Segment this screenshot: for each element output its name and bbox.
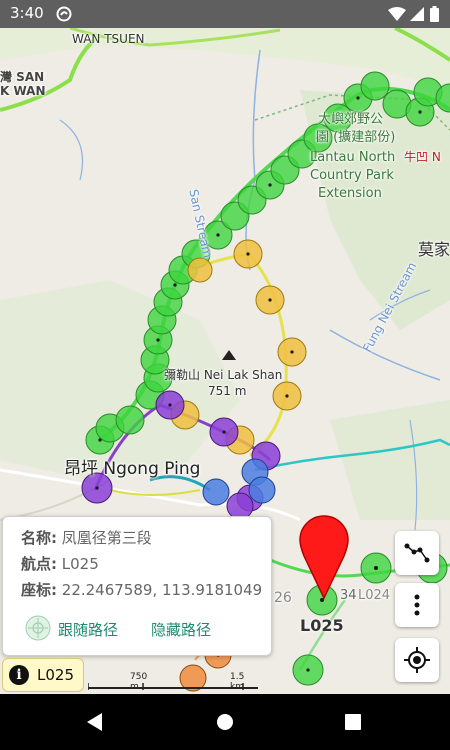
scale-right-label: 1.5 km xyxy=(230,672,245,692)
waypoint-popup: 名称: 凤凰径第三段 航点: L025 座标: 22.2467589, 113.… xyxy=(2,516,272,656)
map-label-mok-ka: 莫家 xyxy=(418,240,450,259)
route-icon xyxy=(404,543,430,563)
signal-icon xyxy=(410,7,424,21)
map-label-lantau-en-2: Country Park xyxy=(310,168,394,183)
map-label-lantau-en-3: Extension xyxy=(318,186,382,201)
gps-icon xyxy=(404,647,430,673)
hide-path-button[interactable]: 隐藏路径 xyxy=(151,619,211,640)
map-label-lantau-en-1: Lantau North xyxy=(310,150,396,165)
popup-name-value: 凤凰径第三段 xyxy=(61,529,152,547)
map-label-k-wan: K WAN xyxy=(0,84,46,98)
my-location-button[interactable] xyxy=(395,638,439,682)
navigation-bar xyxy=(0,694,450,750)
back-icon[interactable] xyxy=(86,712,104,732)
popup-coord-label: 座标: xyxy=(21,581,57,599)
status-time: 3:40 xyxy=(10,4,44,22)
recents-icon[interactable] xyxy=(345,714,361,730)
map-label-elevation: 751 m xyxy=(208,384,247,398)
map-label-san-wan: 灣 SAN xyxy=(0,70,45,84)
popup-waypoint-value: L025 xyxy=(61,555,99,573)
more-options-button[interactable] xyxy=(395,583,439,627)
map-label-l024: L024 xyxy=(358,588,391,603)
popup-name-row: 名称: 凤凰径第三段 xyxy=(21,527,152,548)
waypoint-info-chip[interactable]: i L025 xyxy=(2,658,84,692)
dnd-icon xyxy=(56,6,72,22)
pin-label: L025 xyxy=(300,616,344,635)
home-icon[interactable] xyxy=(216,713,234,731)
status-bar: 3:40 xyxy=(0,0,450,28)
scale-left-label: 750 m xyxy=(130,672,148,692)
info-icon: i xyxy=(9,665,29,685)
battery-icon xyxy=(430,6,439,22)
popup-coord-row: 座标: 22.2467589, 113.9181049 xyxy=(21,579,262,600)
info-chip-label: L025 xyxy=(37,666,74,684)
follow-path-icon[interactable] xyxy=(25,615,51,641)
route-button[interactable] xyxy=(395,531,439,575)
map-label-nei-lak-shan: 彌勒山 Nei Lak Shan xyxy=(164,368,283,382)
popup-name-label: 名称: xyxy=(21,529,57,547)
map-label-lantau-cn-1: 大嶼郊野公 xyxy=(318,112,384,127)
wifi-icon xyxy=(388,7,406,21)
map-label-26: 26 xyxy=(274,590,292,606)
map-label-lantau-cn-2: 園 (擴建部份) xyxy=(316,130,396,145)
map-label-wan-tsuen: WAN TSUEN xyxy=(72,32,145,46)
popup-waypoint-label: 航点: xyxy=(21,555,57,573)
more-vert-icon xyxy=(414,594,420,616)
map-label-ngong-ping: 昂坪 Ngong Ping xyxy=(64,459,201,479)
map-label-34: 34 xyxy=(340,588,357,603)
map-label-ngau-au: 牛凹 N xyxy=(404,150,441,164)
popup-coord-value: 22.2467589, 113.9181049 xyxy=(61,581,263,599)
popup-waypoint-row: 航点: L025 xyxy=(21,553,99,574)
follow-path-button[interactable]: 跟随路径 xyxy=(58,619,118,640)
